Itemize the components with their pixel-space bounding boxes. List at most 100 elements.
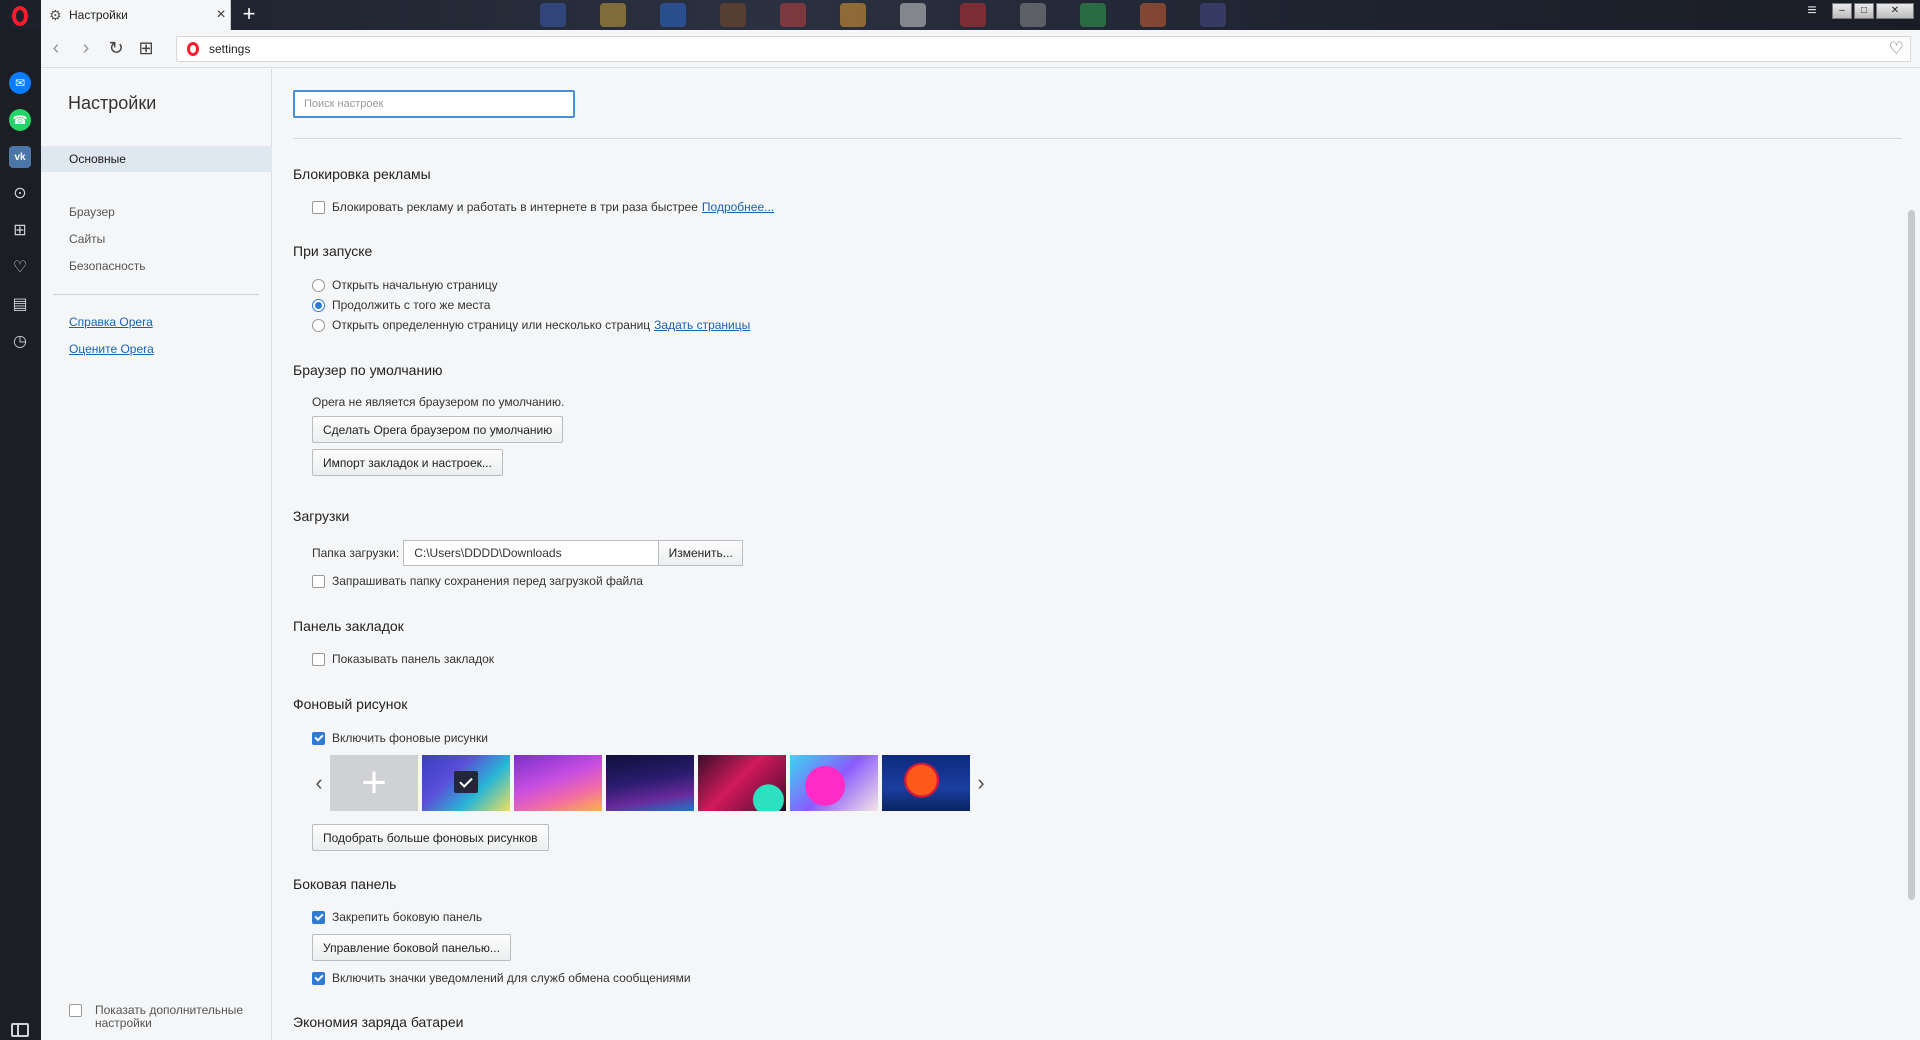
pin-sidebar-label: Закрепить боковую панель: [332, 910, 483, 924]
more-wallpapers-button[interactable]: Подобрать больше фоновых рисунков: [312, 824, 549, 851]
rate-link[interactable]: Оцените Opera: [69, 342, 154, 356]
help-link[interactable]: Справка Opera: [69, 315, 153, 329]
manage-sidebar-button[interactable]: Управление боковой панелью...: [312, 934, 511, 961]
speed-dial-icon[interactable]: ⊞: [9, 219, 31, 241]
adblock-more-link[interactable]: Подробнее...: [702, 200, 774, 214]
set-pages-link[interactable]: Задать страницы: [654, 318, 750, 332]
opera-menu-button[interactable]: [6, 5, 34, 27]
make-default-button[interactable]: Сделать Opera браузером по умолчанию: [312, 416, 564, 443]
section-title-startup: При запуске: [293, 243, 373, 259]
section-title-adblock: Блокировка рекламы: [293, 166, 431, 182]
notifications-option[interactable]: Включить значки уведомлений для служб об…: [312, 971, 691, 985]
ask-folder-option[interactable]: Запрашивать папку сохранения перед загру…: [312, 574, 643, 588]
tab-settings[interactable]: ⚙ Настройки ×: [41, 0, 231, 30]
section-title-default-browser: Браузер по умолчанию: [293, 362, 443, 378]
download-folder-row: Папка загрузки: C:\Users\DDDD\Downloads …: [312, 540, 744, 566]
scrollbar[interactable]: [1902, 69, 1920, 1040]
nav-divider: [53, 294, 259, 295]
bookmark-heart-icon[interactable]: ♡: [1889, 39, 1904, 59]
wallpaper-tile[interactable]: [790, 755, 878, 811]
import-button[interactable]: Импорт закладок и настроек...: [312, 449, 503, 476]
url-text[interactable]: settings: [209, 42, 1889, 56]
startup-label-pages: Открыть определенную страницу или нескол…: [332, 318, 651, 332]
camera-icon[interactable]: ⊙: [9, 182, 31, 204]
advanced-label: Показать дополнительные настройки: [95, 1003, 244, 1030]
gear-icon: ⚙: [49, 6, 62, 23]
desktop-background: [520, 0, 1400, 30]
heart-icon[interactable]: ♡: [9, 256, 31, 278]
maximize-button[interactable]: □: [1854, 3, 1874, 19]
tab-close-button[interactable]: ×: [212, 6, 230, 24]
ask-folder-checkbox[interactable]: [312, 574, 325, 588]
wallpaper-tile[interactable]: [422, 755, 510, 811]
pin-sidebar-checkbox[interactable]: [312, 910, 325, 924]
pin-sidebar-option[interactable]: Закрепить боковую панель: [312, 910, 482, 924]
bookmarks-bar-checkbox[interactable]: [312, 652, 325, 666]
startup-label-continue: Продолжить с того же места: [332, 298, 491, 312]
address-bar: ‹ › ↻ ⊞ settings ♡: [41, 30, 1920, 68]
startup-radio-continue[interactable]: [312, 298, 325, 312]
messenger-icon[interactable]: ✉: [9, 72, 31, 94]
menu-icon[interactable]: ≡: [1802, 2, 1822, 20]
plus-icon: +: [361, 758, 387, 807]
news-icon[interactable]: ▤: [9, 293, 31, 315]
notifications-label: Включить значки уведомлений для служб об…: [332, 971, 691, 985]
vk-icon[interactable]: vk: [9, 146, 31, 168]
section-title-sidebar: Боковая панель: [293, 876, 397, 892]
minimize-button[interactable]: –: [1832, 3, 1852, 19]
section-title-battery: Экономия заряда батареи: [293, 1014, 464, 1030]
section-title-downloads: Загрузки: [293, 508, 350, 524]
back-button[interactable]: ‹: [41, 34, 71, 64]
window-controls: ≡ – □ ✕: [1802, 0, 1920, 22]
advanced-settings-toggle[interactable]: Показать дополнительные настройки: [69, 1004, 255, 1030]
speed-sidebar: ✉ ☎ vk ⊙ ⊞ ♡ ▤ ◷: [0, 30, 41, 1040]
startup-radio-home[interactable]: [312, 278, 325, 292]
history-icon[interactable]: ◷: [9, 330, 31, 352]
nav-item-sites[interactable]: Сайты: [41, 226, 272, 252]
adblock-option[interactable]: Блокировать рекламу и работать в интерне…: [312, 200, 774, 214]
advanced-checkbox[interactable]: [69, 1004, 82, 1017]
wallpaper-next-icon[interactable]: ›: [974, 755, 988, 811]
change-folder-button[interactable]: Изменить...: [659, 540, 744, 566]
whatsapp-icon[interactable]: ☎: [9, 109, 31, 131]
bookmarks-bar-option[interactable]: Показывать панель закладок: [312, 652, 494, 666]
tab-title: Настройки: [69, 8, 128, 22]
settings-title: Настройки: [68, 93, 157, 113]
scrollbar-thumb[interactable]: [1908, 210, 1915, 900]
wallpaper-checkbox[interactable]: [312, 731, 325, 745]
search-input[interactable]: [293, 90, 575, 118]
sidebar-toggle-icon[interactable]: [11, 1023, 29, 1037]
startup-radio-pages[interactable]: [312, 318, 325, 332]
ask-folder-label: Запрашивать папку сохранения перед загру…: [332, 574, 643, 588]
wallpaper-tile[interactable]: [698, 755, 786, 811]
nav-item-security[interactable]: Безопасность: [41, 253, 272, 279]
tab-strip: ⚙ Настройки × + ≡ – □ ✕: [0, 0, 1920, 30]
startup-option-pages[interactable]: Открыть определенную страницу или нескол…: [312, 318, 750, 332]
wallpaper-option[interactable]: Включить фоновые рисунки: [312, 731, 488, 745]
adblock-checkbox[interactable]: [312, 200, 325, 214]
settings-content: Блокировка рекламы Блокировать рекламу и…: [272, 69, 1903, 1040]
add-wallpaper-tile[interactable]: +: [330, 755, 418, 811]
search-divider: [293, 138, 1903, 139]
close-window-button[interactable]: ✕: [1876, 3, 1914, 19]
opera-page-icon: [187, 42, 199, 56]
tabs-overview-button[interactable]: ⊞: [131, 34, 161, 64]
wallpaper-tile[interactable]: [606, 755, 694, 811]
nav-item-basic[interactable]: Основные: [41, 146, 272, 172]
adblock-label: Блокировать рекламу и работать в интерне…: [332, 200, 698, 214]
nav-item-browser[interactable]: Браузер: [41, 199, 272, 225]
settings-sidebar: Настройки Основные Браузер Сайты Безопас…: [41, 69, 272, 1040]
url-field[interactable]: settings ♡: [176, 36, 1911, 62]
wallpaper-tile[interactable]: [882, 755, 970, 811]
wallpaper-tile[interactable]: [514, 755, 602, 811]
wallpaper-gallery: ‹ + ›: [312, 755, 988, 811]
notifications-checkbox[interactable]: [312, 971, 325, 985]
reload-button[interactable]: ↻: [101, 34, 131, 64]
startup-option-continue[interactable]: Продолжить с того же места: [312, 298, 490, 312]
wallpaper-prev-icon[interactable]: ‹: [312, 755, 326, 811]
bookmarks-bar-label: Показывать панель закладок: [332, 652, 495, 666]
startup-option-home[interactable]: Открыть начальную страницу: [312, 278, 498, 292]
new-tab-button[interactable]: +: [238, 3, 260, 27]
forward-button[interactable]: ›: [71, 34, 101, 64]
download-folder-path[interactable]: C:\Users\DDDD\Downloads: [403, 540, 660, 566]
